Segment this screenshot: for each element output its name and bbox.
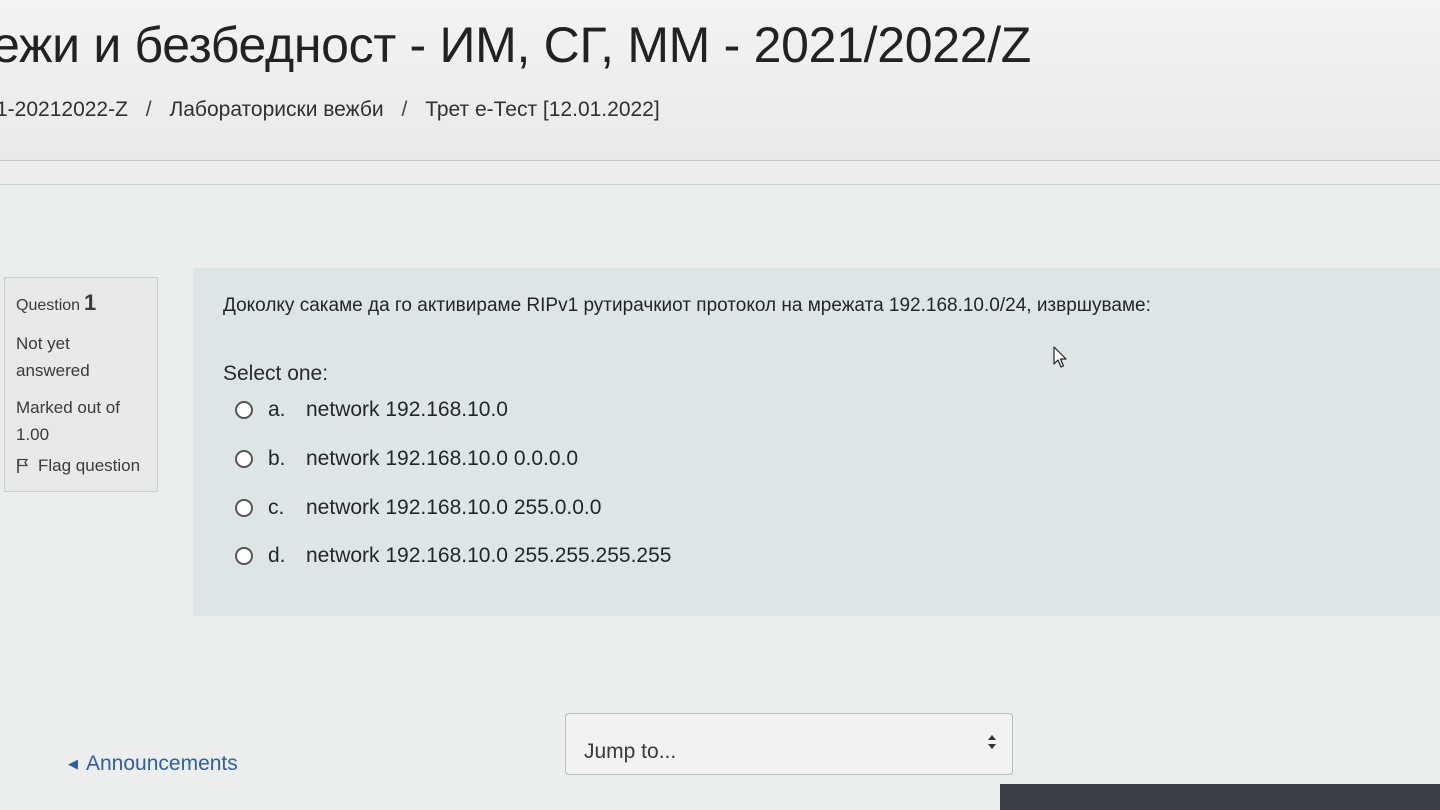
breadcrumb-item-section[interactable]: Лабораториски вежби — [169, 98, 383, 122]
divider — [0, 184, 1440, 185]
flag-question-label: Flag question — [38, 456, 141, 475]
breadcrumb-separator: / — [145, 98, 152, 121]
answer-option-a[interactable]: a. network 192.168.10.0 — [235, 396, 508, 424]
answer-option-b[interactable]: b. network 192.168.10.0 0.0.0.0 — [235, 445, 578, 473]
left-arrow-icon: ◀ — [68, 756, 78, 771]
question-content: Доколку сакаме да го активираме RIPv1 ру… — [193, 268, 1440, 616]
answer-label: network 192.168.10.0 0.0.0.0 — [306, 447, 579, 470]
answer-label: network 192.168.10.0 — [306, 398, 508, 421]
select-prompt: Select one: — [223, 362, 329, 385]
flag-icon — [17, 458, 29, 473]
radio-button[interactable] — [235, 450, 253, 468]
breadcrumb-separator: / — [401, 98, 408, 121]
answer-label: network 192.168.10.0 255.255.255.255 — [306, 544, 672, 567]
page-header: ежи и безбедност - ИМ, СГ, ММ - 2021/202… — [0, 0, 1440, 160]
answer-option-d[interactable]: d. network 192.168.10.0 255.255.255.255 — [235, 542, 671, 570]
answer-label: network 192.168.10.0 255.0.0.0 — [306, 496, 602, 519]
question-label: Question — [16, 297, 81, 314]
mouse-pointer-icon — [1053, 346, 1067, 368]
question-text: Доколку сакаме да го активираме RIPv1 ру… — [223, 295, 1151, 316]
breadcrumb-item-quiz[interactable]: Трет е-Тест [12.01.2022] — [425, 98, 660, 122]
secondary-band — [0, 161, 1440, 184]
jump-to-select[interactable]: Jump to... — [565, 713, 1013, 775]
flag-question-button[interactable]: Flag question — [16, 456, 157, 476]
previous-activity-label: Announcements — [86, 752, 238, 775]
question-state: Not yet answered — [16, 334, 90, 380]
question-info-panel: Question 1 Not yet answered Marked out of… — [4, 277, 158, 492]
footer-bar — [1000, 784, 1440, 810]
answer-letter: b. — [268, 447, 286, 470]
jump-to-value: Jump to... — [584, 740, 677, 763]
answer-option-c[interactable]: c. network 192.168.10.0 255.0.0.0 — [235, 494, 601, 522]
radio-button[interactable] — [235, 499, 253, 517]
breadcrumb: 1-20212022-Z / Лабораториски вежби / Тре… — [0, 98, 660, 122]
answer-letter: a. — [268, 398, 286, 421]
answer-letter: c. — [268, 496, 285, 519]
chevron-up-down-icon — [988, 735, 996, 749]
previous-activity-link[interactable]: ◀ Announcements — [68, 752, 238, 776]
question-number: Question 1 — [16, 290, 157, 316]
question-number-value: 1 — [84, 290, 97, 315]
radio-button[interactable] — [235, 401, 253, 419]
course-title: ежи и безбедност - ИМ, СГ, ММ - 2021/202… — [0, 17, 1032, 73]
question-grade: Marked out of 1.00 — [16, 398, 120, 444]
breadcrumb-item-course[interactable]: 1-20212022-Z — [0, 98, 128, 122]
radio-button[interactable] — [235, 547, 253, 565]
answer-letter: d. — [268, 544, 286, 567]
